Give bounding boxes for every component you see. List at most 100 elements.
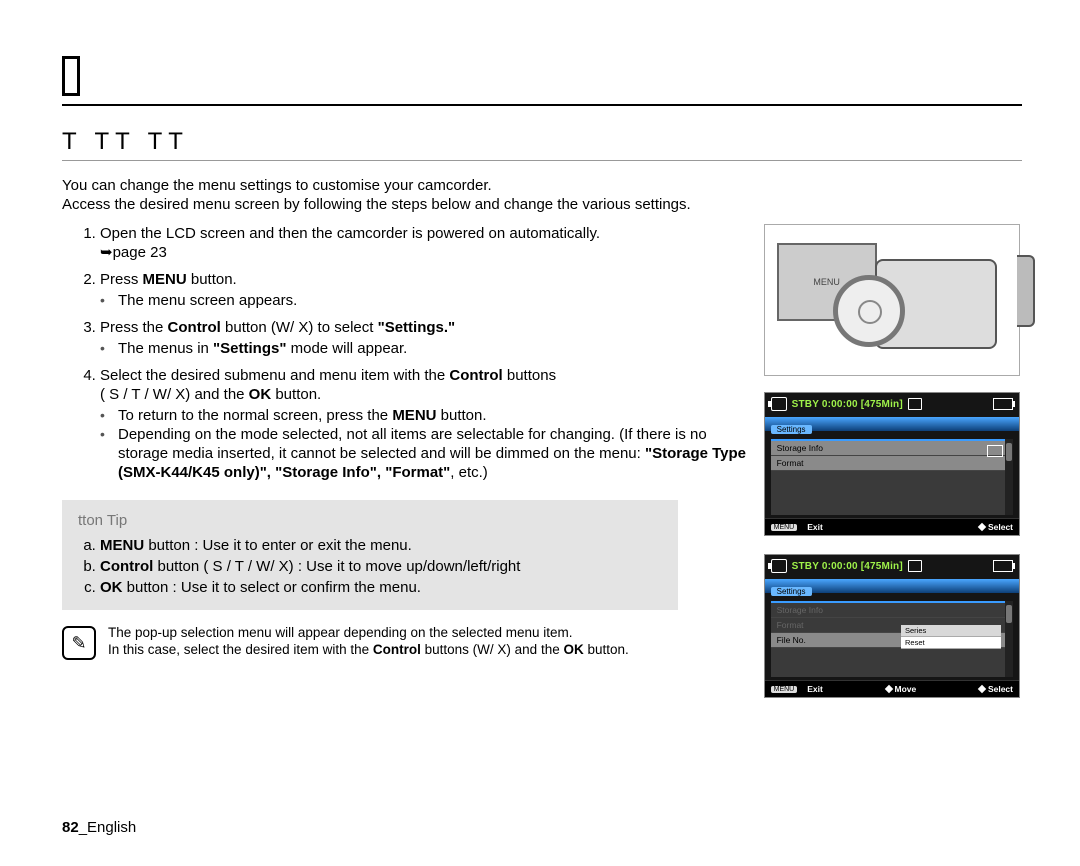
step-4-sub-2: Depending on the mode selected, not all … <box>100 425 758 482</box>
bottom-menu-pill: MENU <box>771 686 798 693</box>
bottom-exit: Exit <box>807 522 823 532</box>
popup-menu: Series Reset <box>901 625 1001 649</box>
step-4-sub1-menu: MENU <box>392 407 436 424</box>
step-2-menu: MENU <box>143 271 187 288</box>
note-line-2d: OK <box>563 642 583 657</box>
note-icon: ✎ <box>62 626 96 660</box>
step-3: Press the Control button (W/ X) to selec… <box>100 318 758 358</box>
card-icon <box>908 560 922 572</box>
menu-screenshot-1: STBY 0:00:00 [475Min] Settings Storage I… <box>764 392 1020 536</box>
battery-icon <box>993 398 1013 410</box>
step-2: Press MENU button. The menu screen appea… <box>100 270 758 310</box>
left-column: Open the LCD screen and then the camcord… <box>62 224 764 716</box>
chapter-mark <box>62 56 80 96</box>
note-line-2e: button. <box>584 642 629 657</box>
step-3-sub-a: The menus in <box>118 340 213 357</box>
page-number: 82_English <box>62 819 136 836</box>
menu-tabs: Settings <box>771 587 812 596</box>
tip-b: Control button ( S / T / W/ X) : Use it … <box>100 556 662 577</box>
bottom-select: Select <box>988 522 1013 532</box>
step-4-sub2-a: Depending on the mode selected, not all … <box>118 426 707 462</box>
tip-a-bold: MENU <box>100 537 144 554</box>
step-4-ok: OK <box>249 386 272 403</box>
chapter-rule <box>62 104 1022 106</box>
step-4-control: Control <box>449 367 502 384</box>
menu-area: Storage Info Format <box>771 439 1013 515</box>
bottom-exit: Exit <box>807 684 823 694</box>
step-4-sub2-c: , etc.) <box>450 464 488 481</box>
step-2-c: button. <box>187 271 237 288</box>
right-column: MENU STBY 0:00:00 [475Min] Settings Stor… <box>764 224 1020 716</box>
status-text: STBY 0:00:00 [475Min] <box>792 561 903 572</box>
popup-item-reset: Reset <box>901 637 1001 649</box>
camcorder-grip <box>1017 255 1035 327</box>
diamond-icon <box>884 685 892 693</box>
tip-b-text: button ( S / T / W/ X) : Use it to move … <box>153 558 520 575</box>
section-rule <box>62 160 1022 161</box>
status-text: STBY 0:00:00 [475Min] <box>792 399 903 410</box>
tab-settings: Settings <box>771 425 812 434</box>
step-3-a: Press the <box>100 319 168 336</box>
camera-icon <box>771 397 787 411</box>
diamond-icon <box>978 685 986 693</box>
tip-c-text: button : Use it to select or confirm the… <box>123 579 421 596</box>
card-indicator-icon <box>987 445 1003 457</box>
page-language: English <box>87 819 136 836</box>
menu-tabs: Settings <box>771 425 812 434</box>
step-1-pageref: ➥page 23 <box>100 244 167 261</box>
menu-screenshot-2: STBY 0:00:00 [475Min] Settings Storage I… <box>764 554 1020 698</box>
step-4-c: buttons <box>503 367 556 384</box>
step-4-d: ( S / T / W/ X) and the <box>100 386 249 403</box>
note-row: ✎ The pop-up selection menu will appear … <box>62 624 758 660</box>
scrollbar <box>1005 439 1013 515</box>
tip-a: MENU button : Use it to enter or exit th… <box>100 535 662 556</box>
bottom-select: Select <box>988 684 1013 694</box>
intro-line-1: You can change the menu settings to cust… <box>62 177 492 194</box>
section-title: T TT TT <box>62 128 189 156</box>
step-3-sub: The menus in "Settings" mode will appear… <box>100 339 758 358</box>
menu-item-storage-info: Storage Info <box>771 439 1013 456</box>
diamond-icon <box>978 523 986 531</box>
bottom-bar: MENU Exit Move Select <box>765 680 1019 697</box>
step-4-a: Select the desired submenu and menu item… <box>100 367 449 384</box>
step-4-f: button. <box>271 386 321 403</box>
lcd-menu-label: MENU <box>813 277 840 287</box>
step-2-a: Press <box>100 271 143 288</box>
step-4: Select the desired submenu and menu item… <box>100 366 758 482</box>
step-4-sub1-c: button. <box>436 407 486 424</box>
note-text: The pop-up selection menu will appear de… <box>108 624 629 660</box>
bottom-menu-pill: MENU <box>771 524 798 531</box>
tip-c: OK button : Use it to select or confirm … <box>100 577 662 598</box>
note-line-2c: buttons (W/ X) and the <box>421 642 564 657</box>
step-3-settings: "Settings." <box>378 319 456 336</box>
card-icon <box>908 398 922 410</box>
button-tip-box: tton Tip MENU button : Use it to enter o… <box>62 500 678 610</box>
menu-item-storage-info: Storage Info <box>771 601 1013 618</box>
intro-text: You can change the menu settings to cust… <box>62 176 691 214</box>
menu-area: Storage Info Format File No. Series Rese… <box>771 601 1013 677</box>
step-1-text: Open the LCD screen and then the camcord… <box>100 225 600 242</box>
step-3-c: button (W/ X) to select <box>221 319 378 336</box>
note-line-2a: In this case, select the desired item wi… <box>108 642 373 657</box>
intro-line-2: Access the desired menu screen by follow… <box>62 196 691 213</box>
step-3-control: Control <box>168 319 221 336</box>
scrollbar <box>1005 601 1013 677</box>
popup-item-series: Series <box>901 625 1001 637</box>
camcorder-illustration: MENU <box>764 224 1020 376</box>
step-3-sub-c: mode will appear. <box>286 340 407 357</box>
tab-settings: Settings <box>771 587 812 596</box>
bottom-move: Move <box>895 684 917 694</box>
tip-c-bold: OK <box>100 579 123 596</box>
camcorder-lens <box>833 275 905 347</box>
camera-icon <box>771 559 787 573</box>
note-line-1: The pop-up selection menu will appear de… <box>108 625 573 640</box>
step-4-sub1-a: To return to the normal screen, press th… <box>118 407 392 424</box>
tip-b-bold: Control <box>100 558 153 575</box>
step-1: Open the LCD screen and then the camcord… <box>100 224 758 262</box>
note-line-2b: Control <box>373 642 421 657</box>
bottom-bar: MENU Exit Select <box>765 518 1019 535</box>
step-2-sub: The menu screen appears. <box>100 291 758 310</box>
page-number-value: 82 <box>62 819 79 836</box>
step-4-sub-1: To return to the normal screen, press th… <box>100 406 758 425</box>
tip-title: tton Tip <box>78 510 662 531</box>
